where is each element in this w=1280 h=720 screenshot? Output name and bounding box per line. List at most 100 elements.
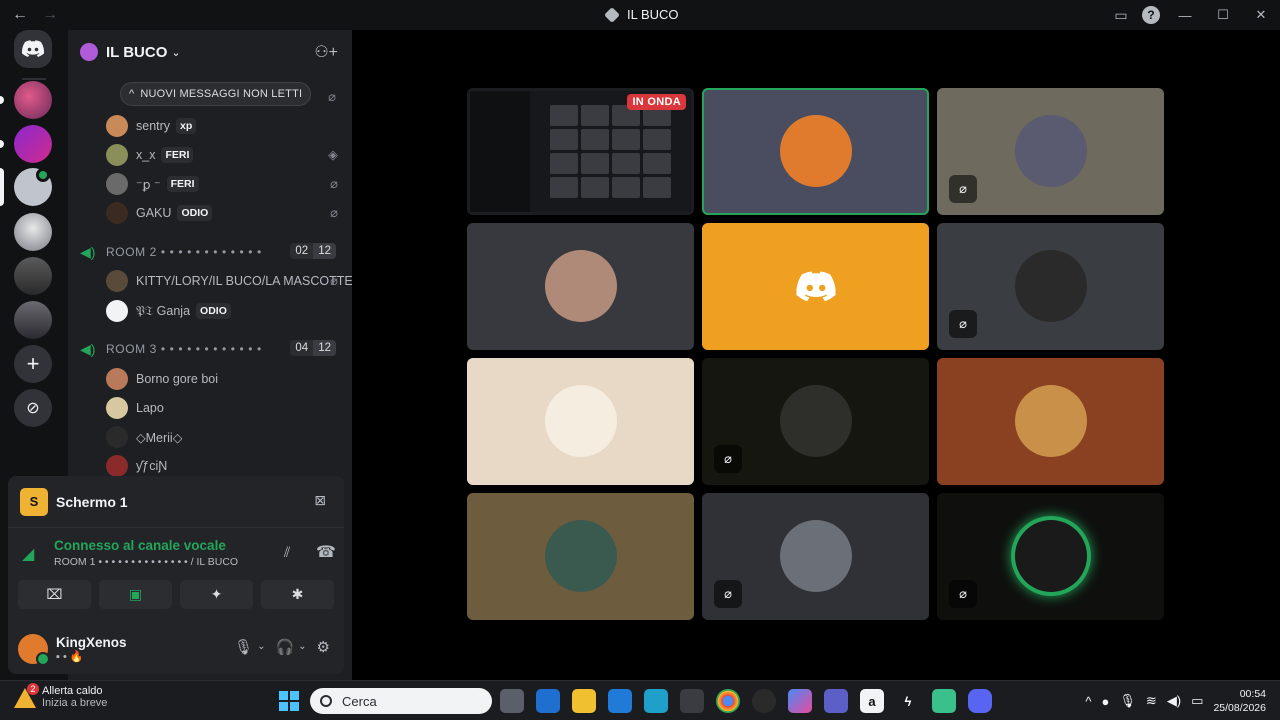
speaker-icon: ◀) xyxy=(80,243,96,260)
participant-avatar xyxy=(545,250,617,322)
store-icon[interactable] xyxy=(680,689,704,713)
user-tag: FERI xyxy=(161,147,194,163)
back-arrow-icon[interactable]: ← xyxy=(12,6,28,24)
add-server-icon[interactable]: + xyxy=(14,345,52,383)
voice-badge-icon xyxy=(36,168,50,182)
maximize-button[interactable]: ☐ xyxy=(1204,0,1242,30)
server-header[interactable]: IL BUCO ⌄ ⚇+ xyxy=(68,30,352,74)
video-tile[interactable] xyxy=(937,358,1164,485)
inbox-icon[interactable]: ▭ xyxy=(1106,0,1136,30)
video-tile[interactable]: ⌀ xyxy=(937,88,1164,215)
dropbox-icon[interactable] xyxy=(608,689,632,713)
video-tile[interactable]: ⌀ xyxy=(702,493,929,620)
video-tile[interactable] xyxy=(702,88,929,215)
invite-people-icon[interactable]: ⚇+ xyxy=(314,42,338,62)
camera-off-button[interactable]: ⌧ xyxy=(18,580,91,609)
help-icon[interactable]: ? xyxy=(1142,6,1160,24)
bolt-icon[interactable]: ϟ xyxy=(896,689,920,713)
chevron-down-icon[interactable]: ⌄ xyxy=(298,641,306,656)
tray-app-icon[interactable]: ● xyxy=(1102,694,1110,709)
user-avatar xyxy=(106,202,128,224)
discover-icon[interactable]: ⊘ xyxy=(14,389,52,427)
voice-user-row[interactable]: Borno gore boi xyxy=(106,366,338,392)
voice-user-row[interactable]: ◇Merii◇ xyxy=(106,424,338,450)
amazon-icon[interactable]: a xyxy=(860,689,884,713)
file-explorer-icon[interactable] xyxy=(572,689,596,713)
voice-user-row[interactable]: GAKU ODIO ⌀ xyxy=(106,200,338,226)
voice-channel-room-2[interactable]: ◀) ROOM 2 • • • • • • • • • • • • 02 12 xyxy=(80,240,342,264)
weather-widget[interactable]: 2 Allerta caldo Inizia a breve xyxy=(14,683,108,709)
voice-user-row[interactable]: Lapo xyxy=(106,395,338,421)
edge-icon[interactable] xyxy=(644,689,668,713)
server-icon-6[interactable] xyxy=(14,301,52,339)
voice-status-text[interactable]: Connesso al canale vocale xyxy=(54,538,226,553)
chevron-down-icon[interactable]: ⌄ xyxy=(257,641,265,656)
video-tile[interactable] xyxy=(467,358,694,485)
title-bar: ← → IL BUCO ▭ ? — ☐ ✕ xyxy=(0,0,1280,30)
volume-icon[interactable]: ◀) xyxy=(1167,693,1181,709)
weather-subtitle: Inizia a breve xyxy=(42,697,108,709)
screen-share-button[interactable]: ▣ xyxy=(99,580,172,609)
window-title-text: IL BUCO xyxy=(627,7,679,22)
user-count-badge: 04 12 xyxy=(290,340,336,356)
video-tile[interactable] xyxy=(467,223,694,350)
video-tile[interactable]: ⌀ xyxy=(937,223,1164,350)
voice-user-row[interactable]: sentry xp xyxy=(106,113,338,139)
voice-user-row[interactable]: KITTY/LORY/IL BUCO/LA MASCOTTE ⌀ xyxy=(106,268,353,294)
close-button[interactable]: ✕ xyxy=(1242,0,1280,30)
stop-streaming-icon[interactable]: ⊠ xyxy=(314,492,326,509)
screen-share-row: S Schermo 1 ⊠ xyxy=(8,476,344,528)
user-limit: 12 xyxy=(313,243,336,259)
obs-icon[interactable] xyxy=(752,689,776,713)
voice-user-row[interactable]: ⁻ꝑ ⁻ FERI ⌀ xyxy=(106,171,338,197)
windows-start-icon[interactable] xyxy=(279,691,299,711)
server-icon-5[interactable] xyxy=(14,257,52,295)
noise-suppression-icon[interactable]: ⫽ xyxy=(284,544,290,561)
activities-button[interactable]: ✦ xyxy=(180,580,253,609)
teams-icon[interactable] xyxy=(824,689,848,713)
voice-user-row[interactable]: x_x FERI ◈ xyxy=(106,142,338,168)
unread-pill xyxy=(0,140,4,148)
weather-title: Allerta caldo xyxy=(42,685,103,697)
video-tile[interactable]: ⌀ xyxy=(702,358,929,485)
current-user[interactable]: KingXenos ▪ • 🔥 🎙 ⌄ 🎧 ⌄ ⚙ xyxy=(8,624,344,674)
battery-icon[interactable]: ▭ xyxy=(1191,693,1203,709)
forward-arrow-icon[interactable]: → xyxy=(42,6,58,24)
voice-channel-path[interactable]: ROOM 1 • • • • • • • • • • • • • • / IL … xyxy=(54,556,238,568)
microphone-icon[interactable]: 🎙 xyxy=(234,638,253,656)
participant-avatar xyxy=(1015,385,1087,457)
user-avatar xyxy=(106,144,128,166)
chrome-icon[interactable] xyxy=(716,689,740,713)
video-tile[interactable] xyxy=(467,493,694,620)
discord-taskbar-icon[interactable] xyxy=(968,689,992,713)
disconnect-icon[interactable]: ☎ xyxy=(316,542,336,562)
user-name: sentry xyxy=(136,119,171,133)
outlook-icon[interactable] xyxy=(536,689,560,713)
taskbar-search[interactable]: Cerca xyxy=(310,688,492,714)
copilot-icon[interactable] xyxy=(788,689,812,713)
headphones-icon[interactable]: 🎧 xyxy=(275,638,294,656)
voice-channel-room-3[interactable]: ◀) ROOM 3 • • • • • • • • • • • • 04 12 xyxy=(80,337,342,361)
user-name: x_x xyxy=(136,148,156,162)
wifi-icon[interactable]: ≋ xyxy=(1146,693,1157,709)
soundboard-button[interactable]: ✱ xyxy=(261,580,334,609)
chevron-up-icon[interactable]: ^ xyxy=(1085,694,1091,709)
muted-mic-icon: ⌀ xyxy=(330,273,338,288)
voice-user-row[interactable]: 𝔓𝔗 Ganja ODIO xyxy=(106,298,338,324)
clock[interactable]: 00:54 25/08/2026 xyxy=(1213,687,1266,715)
server-icon-4[interactable] xyxy=(14,213,52,251)
video-tile[interactable]: IN ONDA xyxy=(467,88,694,215)
app-icon[interactable] xyxy=(932,689,956,713)
live-badge: IN ONDA xyxy=(627,94,686,110)
video-tile[interactable] xyxy=(702,223,929,350)
participant-avatar xyxy=(780,115,852,187)
task-view-icon[interactable] xyxy=(500,689,524,713)
discord-home-icon[interactable] xyxy=(14,30,52,68)
settings-gear-icon[interactable]: ⚙ xyxy=(317,638,330,656)
user-avatar xyxy=(106,270,128,292)
video-tile[interactable]: ⌀ xyxy=(937,493,1164,620)
minimize-button[interactable]: — xyxy=(1166,0,1204,30)
server-icon-2[interactable] xyxy=(14,125,52,163)
microphone-icon[interactable]: 🎙 xyxy=(1119,693,1136,709)
server-icon-1[interactable] xyxy=(14,81,52,119)
